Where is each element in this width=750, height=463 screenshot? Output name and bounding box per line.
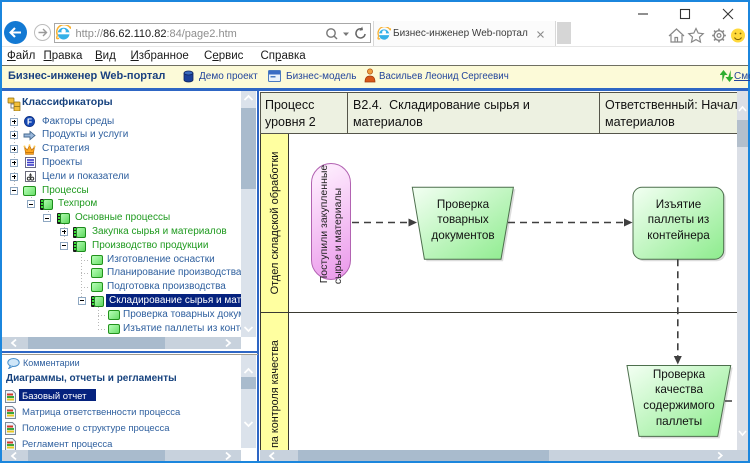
svg-text:F: F [27, 117, 32, 126]
